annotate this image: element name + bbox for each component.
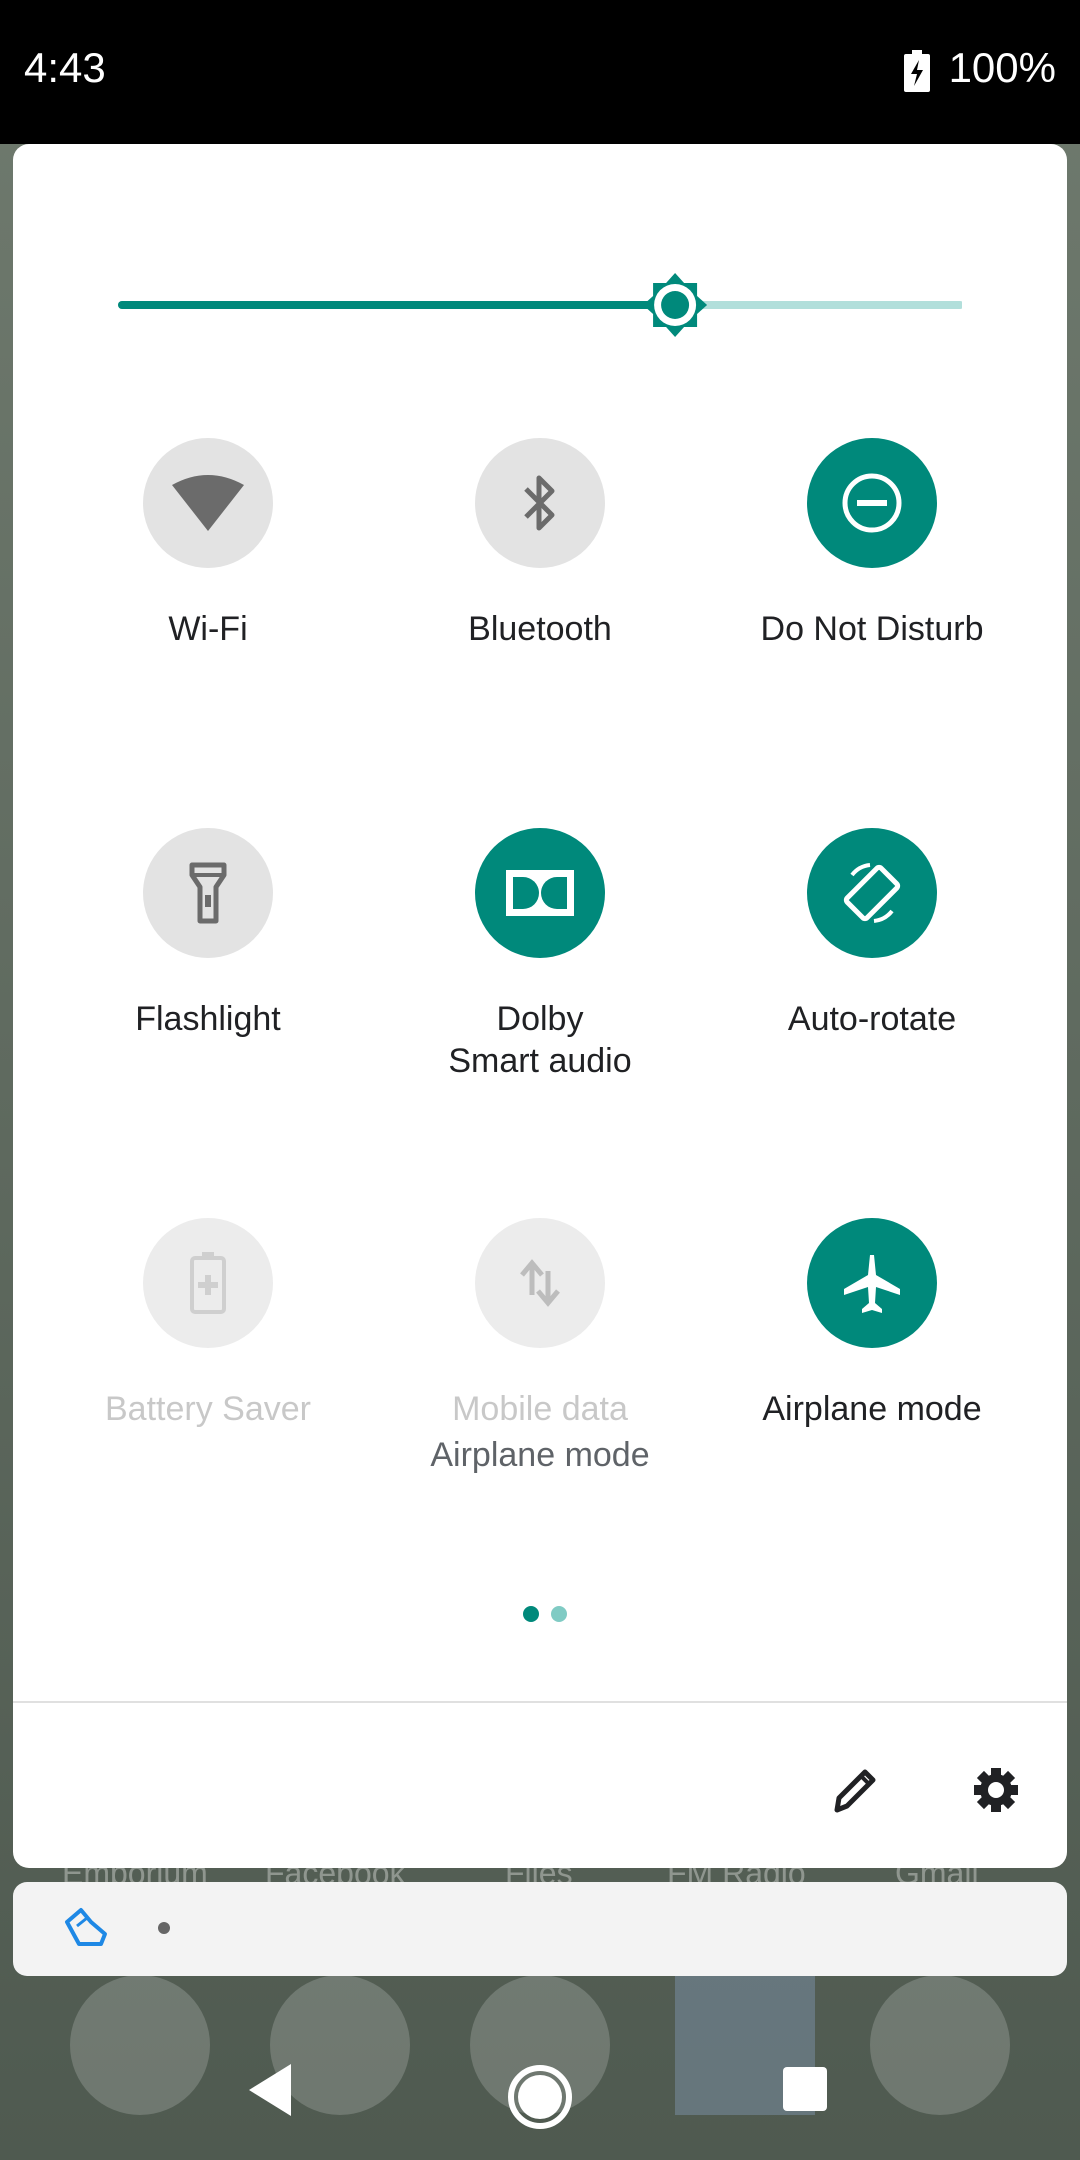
recents-icon[interactable] [783,2067,827,2111]
home-icon[interactable] [505,2062,575,2132]
page-indicator [517,1606,573,1627]
flashlight-tile-button[interactable] [143,828,273,958]
tile-mobile-data: Mobile data Airplane mode [375,1218,705,1480]
battery-saver-label: Battery Saver [105,1390,311,1428]
tile-do-not-disturb[interactable]: Do Not Disturb [707,438,1037,650]
navigation-bar [0,2010,1080,2160]
wifi-icon [172,475,244,531]
tile-wifi[interactable]: Wi-Fi [43,438,373,650]
bluetooth-icon [524,475,555,531]
clock: 4:43 [24,44,106,91]
notification-strip[interactable] [13,1882,1067,1976]
battery-percentage: 100% [948,44,1056,91]
battery-charging-icon [904,50,930,92]
flashlight-label: Flashlight [135,1000,281,1038]
settings-button[interactable] [966,1760,1026,1820]
dolby-sublabel: Smart audio [448,1042,632,1080]
page-dot-active[interactable] [523,1606,539,1622]
dolby-label: Dolby [496,1000,584,1038]
back-icon[interactable] [245,2062,295,2118]
auto-rotate-icon [843,863,901,923]
mobile-data-tile-button [475,1218,605,1348]
shoe-icon [65,1908,107,1946]
brightness-thumb [643,273,708,337]
bluetooth-label: Bluetooth [468,610,612,648]
tile-airplane-mode[interactable]: Airplane mode [707,1218,1037,1430]
dolby-tile-button[interactable] [475,828,605,958]
tile-bluetooth[interactable]: Bluetooth [375,438,705,650]
flashlight-icon [189,862,227,924]
battery-saver-tile-button [143,1218,273,1348]
battery-saver-icon [190,1252,226,1314]
dolby-icon [506,870,574,916]
mobile-data-icon [520,1259,560,1307]
tile-auto-rotate[interactable]: Auto-rotate [707,828,1037,1040]
auto-rotate-tile-button[interactable] [807,828,937,958]
brightness-slider[interactable] [107,270,962,340]
dnd-tile-button[interactable] [807,438,937,568]
mobile-data-label: Mobile data [452,1390,628,1428]
mobile-data-sublabel: Airplane mode [430,1436,650,1474]
edit-tiles-button[interactable] [825,1760,885,1820]
divider [13,1701,1067,1703]
pencil-icon [834,1769,876,1813]
auto-rotate-label: Auto-rotate [787,1000,957,1038]
airplane-icon [844,1255,900,1313]
bluetooth-tile-button[interactable] [475,438,605,568]
airplane-tile-button[interactable] [807,1218,937,1348]
tile-flashlight[interactable]: Flashlight [43,828,373,1040]
do-not-disturb-icon [842,473,902,533]
tile-battery-saver: Battery Saver [43,1218,373,1430]
page-dot-inactive[interactable] [551,1606,567,1622]
tile-dolby[interactable]: Dolby Smart audio [375,828,705,1082]
wifi-label: Wi-Fi [168,610,248,648]
status-bar: 4:43 100% [0,0,1080,144]
wifi-tile-button[interactable] [143,438,273,568]
notification-dot [158,1922,170,1934]
airplane-label: Airplane mode [762,1390,982,1428]
gear-icon [974,1768,1018,1812]
dnd-label: Do Not Disturb [760,610,984,648]
